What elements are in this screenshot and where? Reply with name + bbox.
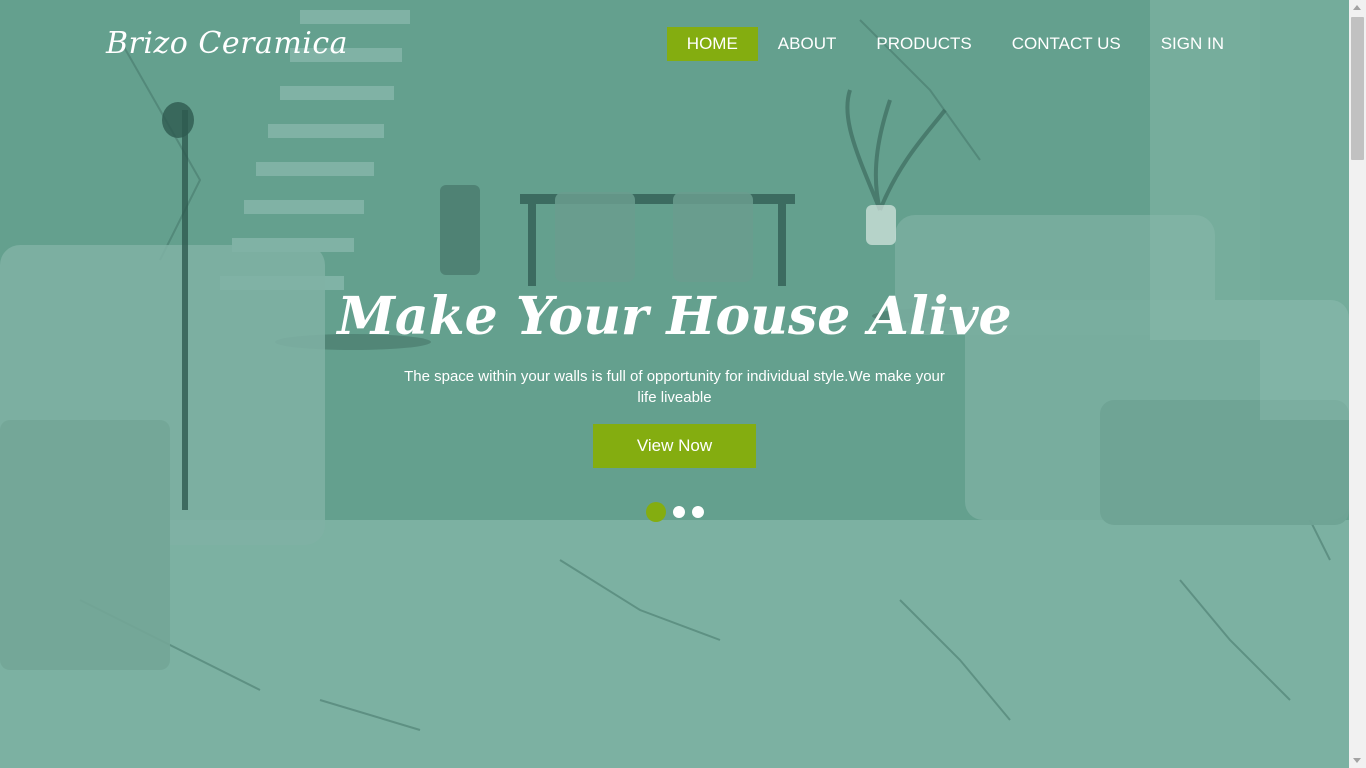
carousel-dot-2[interactable] [672, 506, 685, 518]
nav-menu: HOME ABOUT PRODUCTS CONTACT US SIGN IN [666, 27, 1244, 61]
carousel-dot-1[interactable] [645, 502, 666, 522]
carousel-dot-3[interactable] [691, 506, 704, 518]
scroll-up-arrow-icon[interactable] [1353, 5, 1361, 10]
nav-item-sign-in[interactable]: SIGN IN [1141, 27, 1244, 61]
vertical-scrollbar[interactable] [1349, 0, 1366, 768]
hero-content: Make Your House Alive The space within y… [0, 282, 1349, 522]
nav-item-home[interactable]: HOME [666, 27, 758, 61]
nav-item-contact-us[interactable]: CONTACT US [992, 27, 1141, 61]
scrollbar-thumb[interactable] [1351, 17, 1364, 160]
nav-item-products[interactable]: PRODUCTS [856, 27, 991, 61]
carousel-dots [0, 502, 1349, 522]
hero-title: Make Your House Alive [337, 286, 1012, 347]
scroll-down-arrow-icon[interactable] [1353, 758, 1361, 763]
hero-subtitle: The space within your walls is full of o… [404, 368, 945, 406]
brand-logo[interactable]: Brizo Ceramica [106, 26, 348, 61]
view-now-button[interactable]: View Now [593, 424, 756, 468]
top-navbar: Brizo Ceramica HOME ABOUT PRODUCTS CONTA… [0, 0, 1349, 90]
nav-item-about[interactable]: ABOUT [758, 27, 857, 61]
hero-section: Brizo Ceramica HOME ABOUT PRODUCTS CONTA… [0, 0, 1349, 768]
